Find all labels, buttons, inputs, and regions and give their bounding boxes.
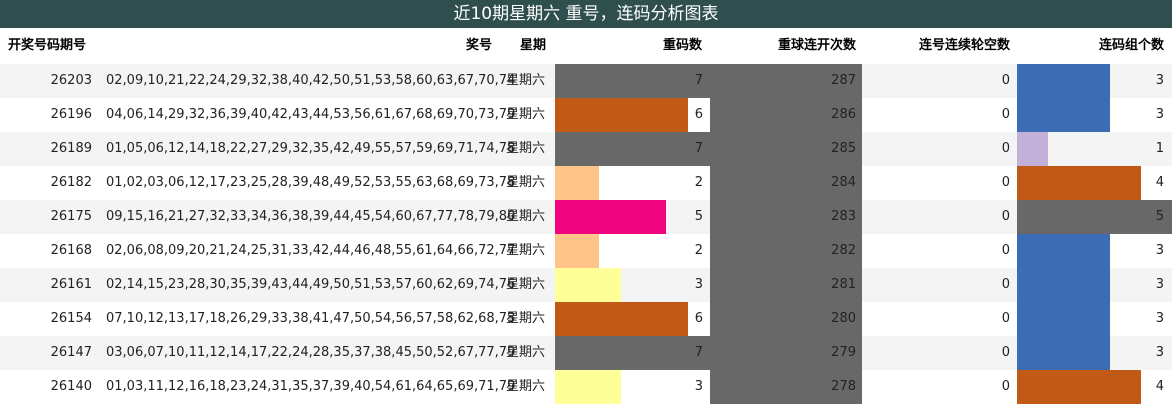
- numbers-cell: 09,15,16,21,27,32,33,34,36,38,39,44,45,5…: [106, 209, 516, 224]
- weekday-cell: 星期六: [506, 345, 546, 360]
- streak-value: 284: [831, 175, 856, 190]
- issue-cell: 26154: [50, 311, 92, 326]
- numbers-cell: 01,05,06,12,14,18,22,27,29,32,35,42,49,5…: [106, 141, 516, 156]
- gap-value: 0: [1001, 73, 1010, 88]
- repeat-value: 6: [694, 107, 703, 122]
- issue-cell: 26189: [50, 141, 92, 156]
- streak-value: 281: [831, 277, 856, 292]
- table-row: 26147 03,06,07,10,11,12,14,17,22,24,28,35…: [0, 336, 1172, 370]
- groups-value: 3: [1155, 107, 1164, 122]
- table-row: 26175 09,15,16,21,27,32,33,34,36,38,39,44…: [0, 200, 1172, 234]
- streak-value: 280: [831, 311, 856, 326]
- numbers-cell: 04,06,14,29,32,36,39,40,42,43,44,53,56,6…: [106, 107, 516, 122]
- streak-value: 287: [831, 73, 856, 88]
- weekday-cell: 星期六: [506, 379, 546, 394]
- numbers-cell: 02,09,10,21,22,24,29,32,38,40,42,50,51,5…: [106, 73, 516, 88]
- issue-cell: 26147: [50, 345, 92, 360]
- streak-value: 282: [831, 243, 856, 258]
- table-row: 26196 04,06,14,29,32,36,39,40,42,43,44,53…: [0, 98, 1172, 132]
- groups-value: 3: [1155, 73, 1164, 88]
- repeat-value: 2: [694, 175, 703, 190]
- issue-cell: 26161: [50, 277, 92, 292]
- header-issue: 开奖号码期号: [8, 38, 87, 53]
- issue-cell: 26168: [50, 243, 92, 258]
- streak-value: 283: [831, 209, 856, 224]
- weekday-cell: 星期六: [506, 73, 546, 88]
- weekday-cell: 星期六: [506, 311, 546, 326]
- gap-value: 0: [1001, 379, 1010, 394]
- repeat-value: 2: [694, 243, 703, 258]
- weekday-cell: 星期六: [506, 277, 546, 292]
- table-row: 26154 07,10,12,13,17,18,26,29,33,38,41,47…: [0, 302, 1172, 336]
- groups-value: 5: [1155, 209, 1164, 224]
- groups-value: 4: [1155, 175, 1164, 190]
- gap-value: 0: [1001, 311, 1010, 326]
- repeat-value: 7: [694, 73, 703, 88]
- chart-root: 近10期星期六 重号，连码分析图表 开奖号码期号 奖号 星期 重码数 重球连开次…: [0, 0, 1172, 405]
- streak-value: 285: [831, 141, 856, 156]
- chart-title: 近10期星期六 重号，连码分析图表: [0, 0, 1172, 28]
- weekday-cell: 星期六: [506, 107, 546, 122]
- weekday-cell: 星期六: [506, 209, 546, 224]
- table-row: 26189 01,05,06,12,14,18,22,27,29,32,35,42…: [0, 132, 1172, 166]
- gap-value: 0: [1001, 107, 1010, 122]
- gap-value: 0: [1001, 277, 1010, 292]
- weekday-cell: 星期六: [506, 175, 546, 190]
- gap-value: 0: [1001, 243, 1010, 258]
- streak-value: 279: [831, 345, 856, 360]
- gap-value: 0: [1001, 209, 1010, 224]
- numbers-cell: 03,06,07,10,11,12,14,17,22,24,28,35,37,3…: [106, 345, 516, 360]
- issue-cell: 26203: [50, 73, 92, 88]
- numbers-cell: 02,14,15,23,28,30,35,39,43,44,49,50,51,5…: [106, 277, 516, 292]
- weekday-cell: 星期六: [506, 141, 546, 156]
- repeat-value: 5: [694, 209, 703, 224]
- groups-value: 3: [1155, 277, 1164, 292]
- header-weekday: 星期: [520, 38, 547, 53]
- groups-value: 3: [1155, 311, 1164, 326]
- header-streak: 重球连开次数: [777, 38, 856, 53]
- gap-value: 0: [1001, 345, 1010, 360]
- streak-value: 286: [831, 107, 856, 122]
- table-row: 26161 02,14,15,23,28,30,35,39,43,44,49,50…: [0, 268, 1172, 302]
- repeat-value: 3: [694, 379, 703, 394]
- table-row: 26140 01,03,11,12,16,18,23,24,31,35,37,39…: [0, 370, 1172, 404]
- weekday-cell: 星期六: [506, 243, 546, 258]
- repeat-value: 6: [694, 311, 703, 326]
- issue-cell: 26140: [50, 379, 92, 394]
- groups-value: 3: [1155, 345, 1164, 360]
- groups-value: 1: [1155, 141, 1164, 156]
- numbers-cell: 01,03,11,12,16,18,23,24,31,35,37,39,40,5…: [106, 379, 516, 394]
- numbers-cell: 02,06,08,09,20,21,24,25,31,33,42,44,46,4…: [106, 243, 516, 258]
- streak-value: 278: [831, 379, 856, 394]
- issue-cell: 26175: [50, 209, 92, 224]
- groups-value: 3: [1155, 243, 1164, 258]
- header-repeat: 重码数: [662, 38, 702, 53]
- table-row: 26182 01,02,03,06,12,17,23,25,28,39,48,49…: [0, 166, 1172, 200]
- repeat-value: 7: [694, 345, 703, 360]
- issue-cell: 26196: [50, 107, 92, 122]
- gap-value: 0: [1001, 141, 1010, 156]
- header-groups: 连码组个数: [1098, 38, 1164, 53]
- numbers-cell: 07,10,12,13,17,18,26,29,33,38,41,47,50,5…: [106, 311, 516, 326]
- repeat-value: 7: [694, 141, 703, 156]
- table-row: 26203 02,09,10,21,22,24,29,32,38,40,42,50…: [0, 64, 1172, 98]
- repeat-value: 3: [694, 277, 703, 292]
- header-gap: 连号连续轮空数: [918, 38, 1010, 53]
- table-row: 26168 02,06,08,09,20,21,24,25,31,33,42,44…: [0, 234, 1172, 268]
- numbers-cell: 01,02,03,06,12,17,23,25,28,39,48,49,52,5…: [106, 175, 516, 190]
- gap-value: 0: [1001, 175, 1010, 190]
- groups-value: 4: [1155, 379, 1164, 394]
- header-numbers: 奖号: [465, 38, 492, 53]
- issue-cell: 26182: [50, 175, 92, 190]
